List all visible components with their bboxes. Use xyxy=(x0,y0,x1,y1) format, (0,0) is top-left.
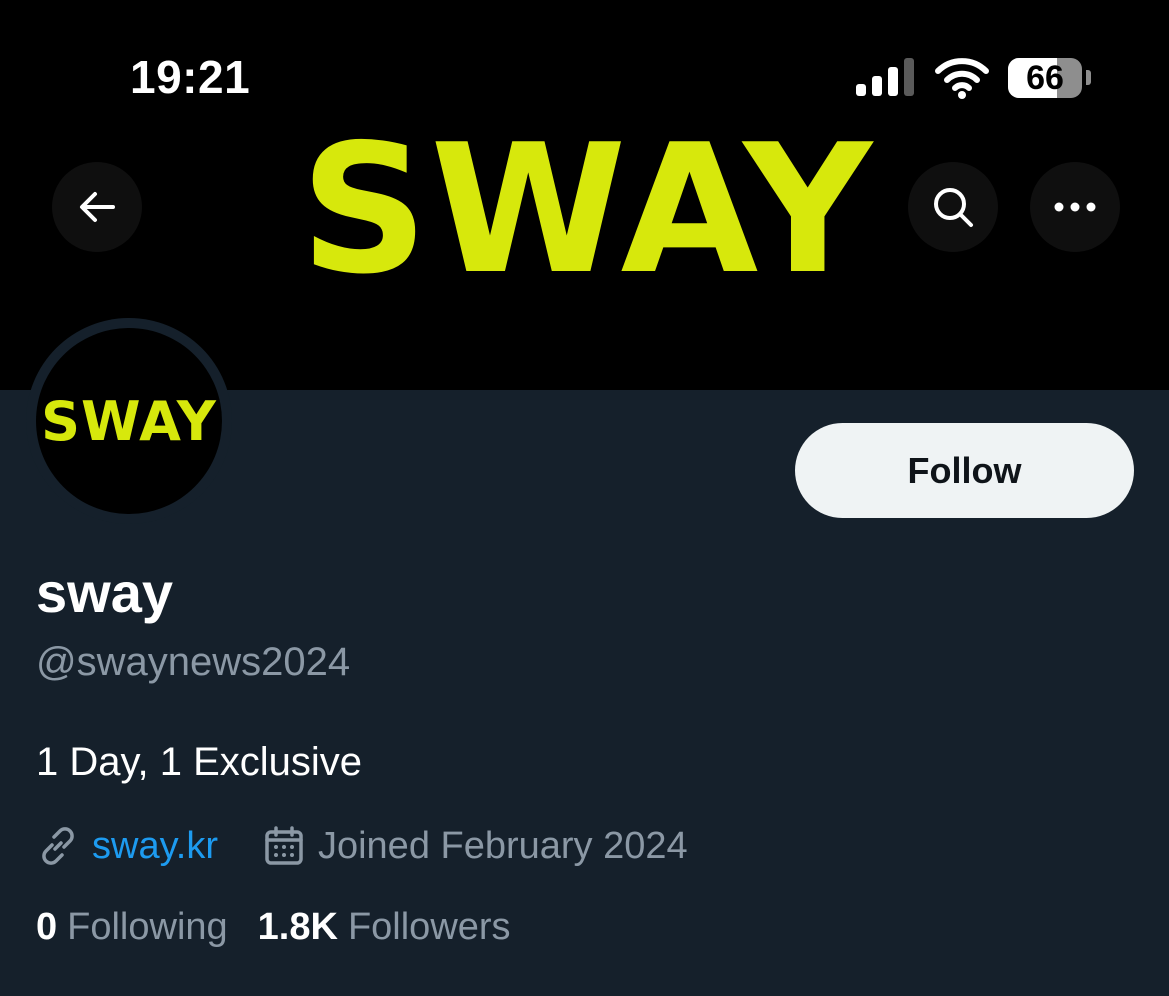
banner-logo: SWAY xyxy=(300,106,875,313)
calendar-icon xyxy=(262,824,306,868)
link-icon xyxy=(36,824,80,868)
followers-label: Followers xyxy=(347,906,511,948)
avatar-logo-text: SWAY xyxy=(41,389,217,453)
more-options-button[interactable] xyxy=(1030,162,1120,252)
followers-count: 1.8K xyxy=(257,906,338,948)
follow-button[interactable]: Follow xyxy=(795,423,1134,518)
profile-meta: sway.kr Joined February 2024 xyxy=(36,822,688,870)
wifi-icon xyxy=(935,58,989,99)
avatar-image: SWAY xyxy=(36,328,222,514)
followers-link[interactable]: 1.8K Followers xyxy=(258,906,511,949)
website-link[interactable]: sway.kr xyxy=(92,825,218,868)
avatar[interactable]: SWAY xyxy=(26,318,232,524)
battery-percentage: 66 xyxy=(1026,59,1064,97)
back-button[interactable] xyxy=(52,162,142,252)
battery-nub xyxy=(1086,70,1091,85)
profile-bio: 1 Day, 1 Exclusive xyxy=(36,740,363,784)
arrow-left-icon xyxy=(80,192,115,222)
user-handle: @swaynews2024 xyxy=(36,640,351,684)
display-name: sway xyxy=(36,561,173,624)
search-button[interactable] xyxy=(908,162,998,252)
following-count: 0 xyxy=(36,906,58,948)
follow-stats: 0 Following 1.8K Followers xyxy=(36,906,541,949)
search-icon xyxy=(934,188,973,227)
following-link[interactable]: 0 Following xyxy=(36,906,228,949)
joined-date: Joined February 2024 xyxy=(317,824,688,867)
status-time: 19:21 xyxy=(130,51,251,103)
cellular-signal-icon xyxy=(856,58,914,96)
more-horizontal-icon xyxy=(1054,202,1096,212)
following-label: Following xyxy=(67,906,228,948)
battery-indicator: 66 xyxy=(1008,58,1082,98)
